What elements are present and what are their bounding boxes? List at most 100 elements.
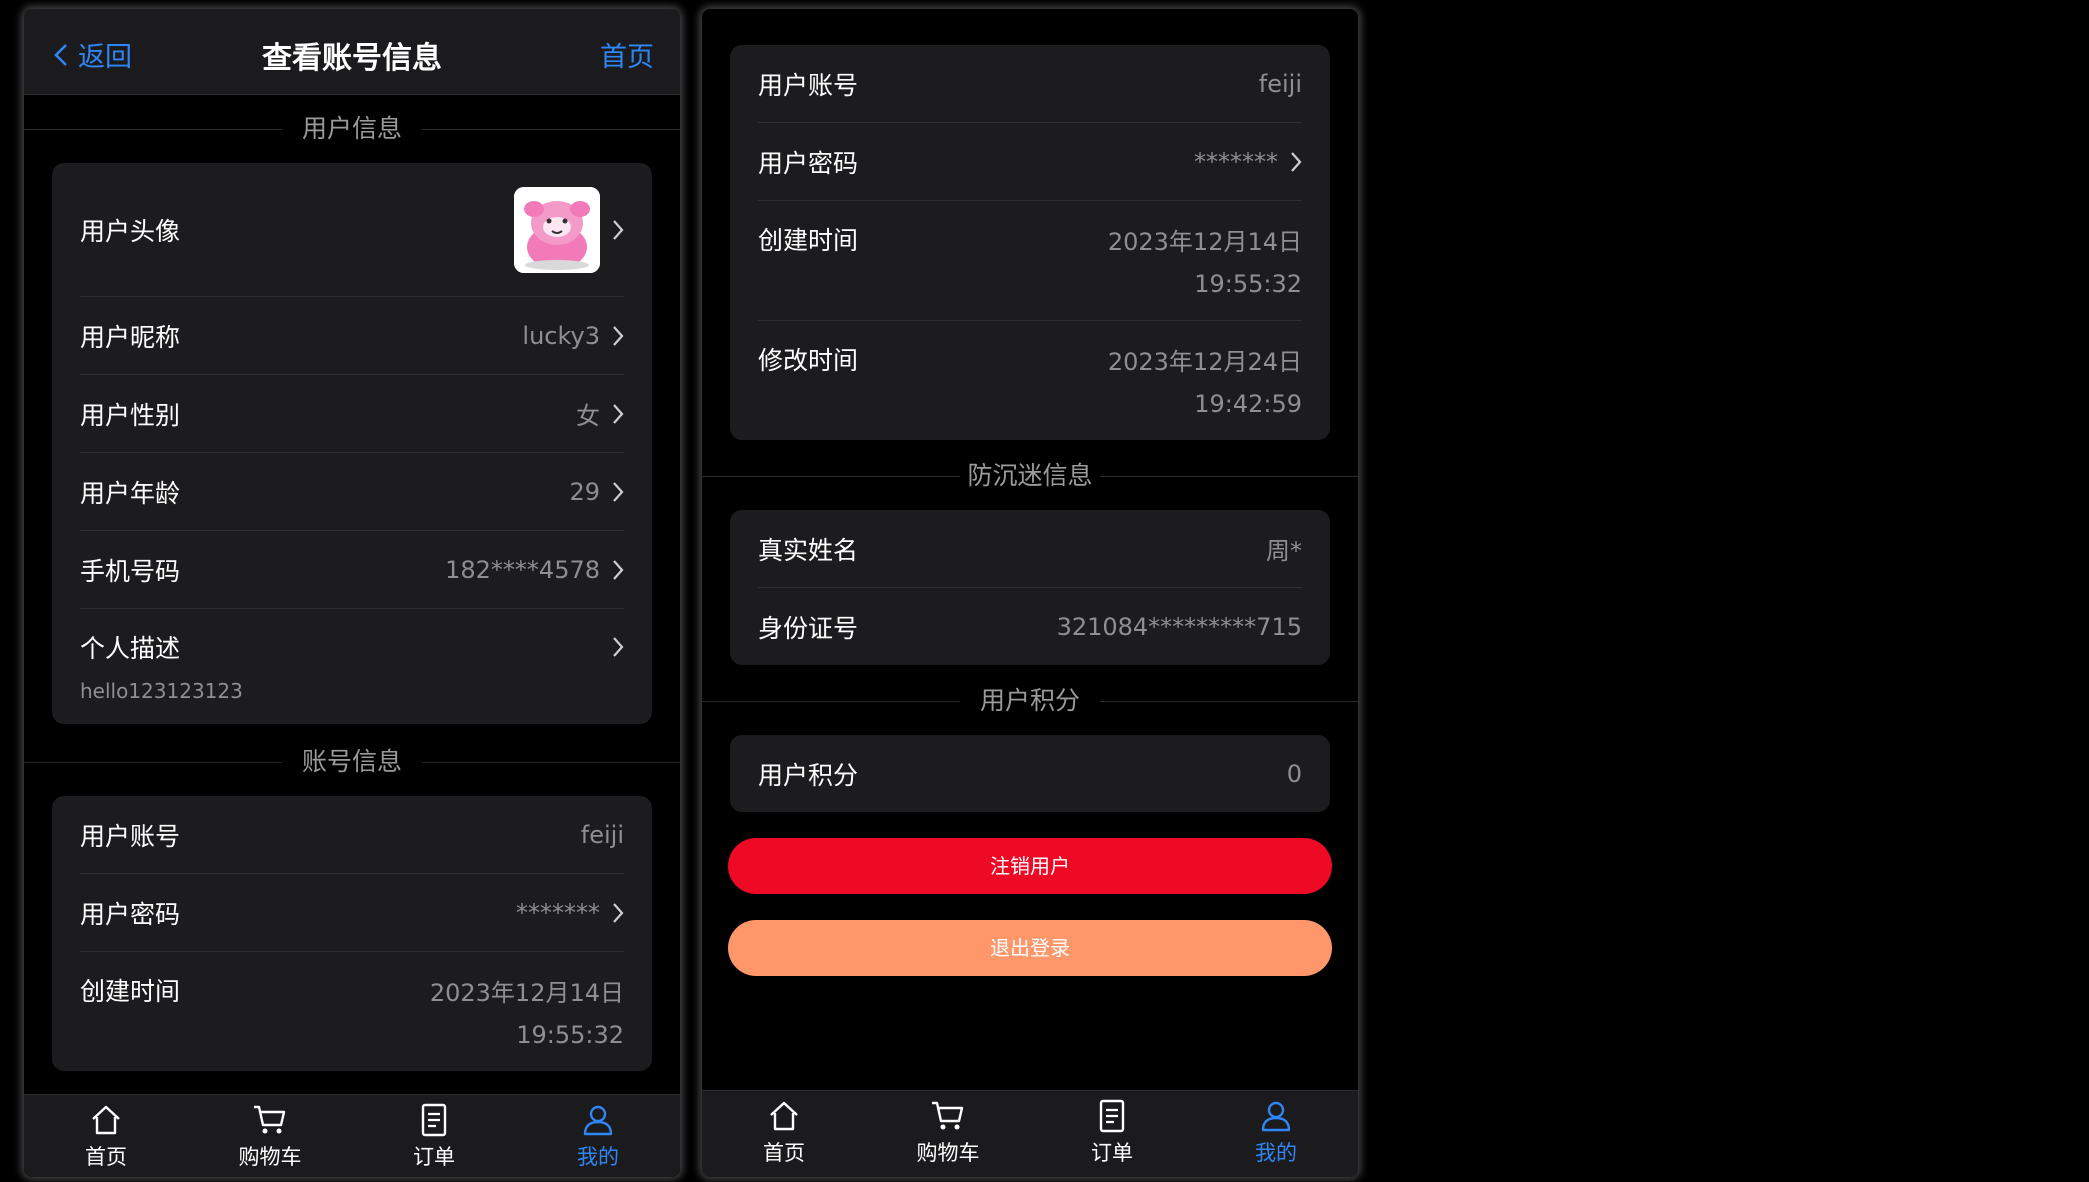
row-label: 用户密码 <box>758 148 859 178</box>
password-value: ******* <box>1194 147 1278 176</box>
row-label: 用户性别 <box>80 400 181 430</box>
tab-label: 购物车 <box>916 1141 980 1165</box>
row-label: 身份证号 <box>758 613 859 643</box>
tab-label: 订单 <box>1091 1141 1133 1165</box>
order-icon <box>1099 1099 1125 1133</box>
real-name-row: 真实姓名 周* <box>758 510 1302 588</box>
content-scroll[interactable]: 用户账号 feiji 用户密码 ******* 创建时间 2023年12月14日… <box>702 9 1358 976</box>
section-divider-anti-addiction: 防沉迷信息 <box>702 462 1358 490</box>
row-label: 创建时间 <box>758 226 859 255</box>
gender-row[interactable]: 用户性别 女 <box>80 375 624 453</box>
chevron-right-icon <box>613 325 624 346</box>
phone-screen-right: 用户账号 feiji 用户密码 ******* 创建时间 2023年12月14日… <box>702 9 1358 1177</box>
tab-home[interactable]: 首页 <box>702 1091 866 1177</box>
order-icon <box>421 1103 447 1137</box>
section-divider-points: 用户积分 <box>702 687 1358 715</box>
account-row: 用户账号 feiji <box>80 796 624 874</box>
account-info-card: 用户账号 feiji 用户密码 ******* 创建时间 2023年12月14日… <box>730 45 1330 440</box>
row-label: 用户密码 <box>80 899 181 929</box>
user-info-card: 用户头像 用户昵称 lucky3 用户性别 女 用户年龄 29 手机号码 182… <box>52 163 652 724</box>
phone-screen-left: 返回 查看账号信息 首页 用户信息 用户头像 用户昵称 lucky3 用户性别 … <box>24 9 680 1177</box>
home-link[interactable]: 首页 <box>600 35 654 74</box>
section-title: 用户信息 <box>282 115 422 143</box>
row-label: 真实姓名 <box>758 535 859 565</box>
points-row: 用户积分 0 <box>758 735 1302 812</box>
tab-bar: 首页 购物车 订单 我的 <box>702 1090 1358 1177</box>
deregister-button[interactable]: 注销用户 <box>728 838 1332 894</box>
chevron-right-icon <box>613 403 624 424</box>
row-label: 手机号码 <box>80 556 181 586</box>
created-date-value: 2023年12月14日 <box>1107 228 1302 256</box>
row-label: 用户账号 <box>80 821 181 851</box>
created-time-row: 创建时间 2023年12月14日 19:55:32 <box>80 952 624 1071</box>
tab-mine[interactable]: 我的 <box>516 1095 680 1177</box>
page-title: 查看账号信息 <box>262 41 442 76</box>
user-icon <box>583 1105 613 1136</box>
created-date-value: 2023年12月14日 <box>429 979 624 1007</box>
created-time-value: 19:55:32 <box>516 1021 624 1049</box>
tab-mine[interactable]: 我的 <box>1194 1091 1358 1177</box>
password-row[interactable]: 用户密码 ******* <box>758 123 1302 201</box>
tab-orders[interactable]: 订单 <box>352 1095 516 1177</box>
password-value: ******* <box>516 898 600 927</box>
tab-orders[interactable]: 订单 <box>1030 1091 1194 1177</box>
points-card: 用户积分 0 <box>730 735 1330 812</box>
content-scroll[interactable]: 用户信息 用户头像 用户昵称 lucky3 用户性别 女 用户年龄 29 手机号… <box>24 95 680 1071</box>
cart-icon <box>254 1105 286 1134</box>
account-value: feiji <box>1258 69 1302 98</box>
row-label: 个人描述 <box>80 634 181 663</box>
tab-label: 首页 <box>763 1141 805 1165</box>
created-time-value: 19:55:32 <box>1194 270 1302 298</box>
id-number-value: 321084*********715 <box>1056 612 1302 641</box>
row-label: 创建时间 <box>80 977 181 1006</box>
chevron-right-icon <box>613 637 624 657</box>
row-label: 用户积分 <box>758 760 859 790</box>
modified-time-value: 19:42:59 <box>1194 390 1302 418</box>
user-icon <box>1261 1101 1291 1132</box>
age-value: 29 <box>569 477 600 506</box>
tab-label: 我的 <box>577 1145 619 1169</box>
row-label: 用户头像 <box>80 216 181 246</box>
tab-label: 我的 <box>1255 1141 1297 1165</box>
row-label: 用户账号 <box>758 70 859 100</box>
account-value: feiji <box>580 820 624 849</box>
section-title: 防沉迷信息 <box>960 462 1100 490</box>
tab-bar: 首页 购物车 订单 我的 <box>24 1094 680 1177</box>
tab-label: 购物车 <box>238 1145 302 1169</box>
nav-bar: 返回 查看账号信息 首页 <box>24 9 680 95</box>
logout-button[interactable]: 退出登录 <box>728 920 1332 976</box>
anti-addiction-card: 真实姓名 周* 身份证号 321084*********715 <box>730 510 1330 665</box>
tab-label: 首页 <box>85 1145 127 1169</box>
phone-value: 182****4578 <box>445 555 600 584</box>
avatar-row[interactable]: 用户头像 <box>80 163 624 297</box>
row-label: 用户昵称 <box>80 322 181 352</box>
password-row[interactable]: 用户密码 ******* <box>80 874 624 952</box>
nickname-value: lucky3 <box>522 321 600 350</box>
account-info-card: 用户账号 feiji 用户密码 ******* 创建时间 2023年12月14日… <box>52 796 652 1071</box>
tab-cart[interactable]: 购物车 <box>188 1095 352 1177</box>
tab-label: 订单 <box>413 1145 455 1169</box>
avatar <box>514 186 600 273</box>
section-title: 账号信息 <box>282 748 422 776</box>
chevron-right-icon <box>613 559 624 580</box>
points-value: 0 <box>1286 759 1302 788</box>
real-name-value: 周* <box>1266 537 1302 565</box>
chevron-right-icon <box>613 902 624 923</box>
account-row: 用户账号 feiji <box>758 45 1302 123</box>
description-value: hello123123123 <box>80 679 243 703</box>
tab-home[interactable]: 首页 <box>24 1095 188 1177</box>
age-row[interactable]: 用户年龄 29 <box>80 453 624 531</box>
created-time-row: 创建时间 2023年12月14日 19:55:32 <box>758 201 1302 321</box>
nickname-row[interactable]: 用户昵称 lucky3 <box>80 297 624 375</box>
chevron-right-icon <box>1291 151 1302 172</box>
chevron-right-icon <box>613 219 624 240</box>
id-number-row: 身份证号 321084*********715 <box>758 588 1302 665</box>
home-icon <box>770 1101 798 1131</box>
phone-row[interactable]: 手机号码 182****4578 <box>80 531 624 609</box>
home-icon <box>92 1105 120 1135</box>
description-row[interactable]: 个人描述 hello123123123 <box>80 609 624 724</box>
tab-cart[interactable]: 购物车 <box>866 1091 1030 1177</box>
row-label: 修改时间 <box>758 346 859 375</box>
section-divider-user-info: 用户信息 <box>24 115 680 143</box>
section-divider-account-info: 账号信息 <box>24 748 680 776</box>
